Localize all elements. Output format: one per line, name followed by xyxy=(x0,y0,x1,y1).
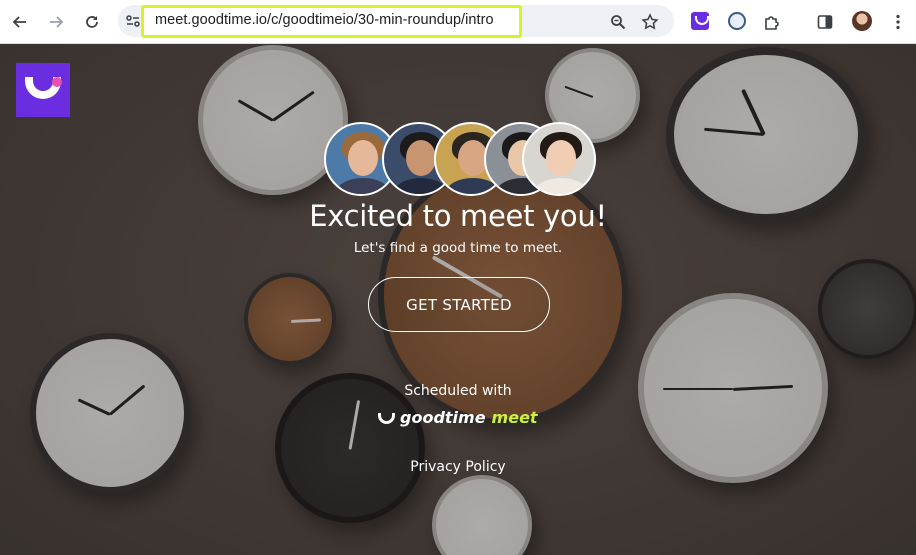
brand-goodtime-text: goodtime xyxy=(400,407,486,427)
team-avatars xyxy=(324,122,598,198)
page-subtitle: Let's find a good time to meet. xyxy=(353,240,563,256)
goodtime-logo[interactable] xyxy=(16,63,70,117)
page-title: Excited to meet you! xyxy=(309,199,607,233)
back-arrow-icon[interactable] xyxy=(6,8,34,36)
logo-dot xyxy=(52,77,62,87)
goodtime-extension-icon[interactable] xyxy=(691,12,709,30)
bookmark-star-icon[interactable] xyxy=(636,8,664,36)
privacy-policy-link[interactable]: Privacy Policy xyxy=(0,459,916,475)
team-avatar xyxy=(522,122,596,196)
url-text[interactable]: meet.goodtime.io/c/goodtimeio/30-min-rou… xyxy=(155,12,494,28)
scheduled-with-label: Scheduled with xyxy=(404,383,512,399)
menu-kebab-icon[interactable] xyxy=(884,8,912,36)
goodtime-mark-icon xyxy=(378,412,395,424)
reload-icon[interactable] xyxy=(78,8,106,36)
get-started-button[interactable]: GET STARTED xyxy=(368,277,550,332)
browser-toolbar: meet.goodtime.io/c/goodtimeio/30-min-rou… xyxy=(0,0,916,44)
site-info-icon[interactable] xyxy=(124,12,142,30)
side-panel-icon[interactable] xyxy=(811,8,839,36)
password-extension-icon[interactable] xyxy=(728,12,746,30)
zoom-icon[interactable] xyxy=(604,8,632,36)
forward-arrow-icon[interactable] xyxy=(42,8,70,36)
goodtime-meet-logo[interactable]: goodtime meet xyxy=(378,406,538,428)
page-content: Excited to meet you! Let's find a good t… xyxy=(0,45,916,555)
profile-avatar[interactable] xyxy=(852,11,872,31)
brand-meet-text: meet xyxy=(491,407,538,427)
extensions-puzzle-icon[interactable] xyxy=(758,8,786,36)
